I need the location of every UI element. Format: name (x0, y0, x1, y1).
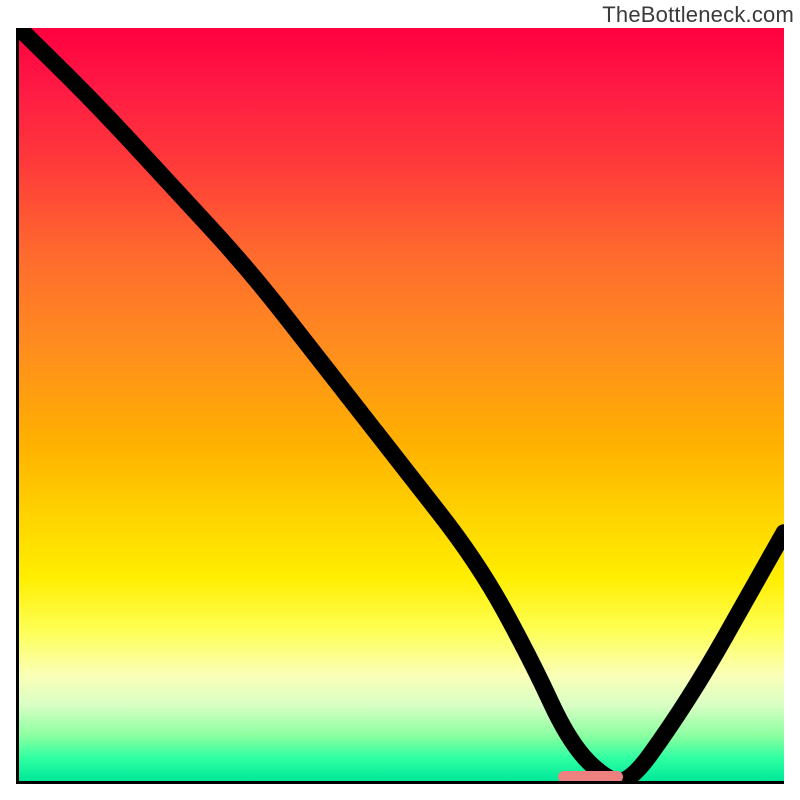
watermark-text: TheBottleneck.com (602, 2, 794, 28)
chart-container: TheBottleneck.com (0, 0, 800, 800)
optimal-marker (558, 771, 623, 783)
bottleneck-curve (19, 28, 784, 781)
plot-area (16, 28, 784, 784)
curve-svg (19, 28, 784, 781)
